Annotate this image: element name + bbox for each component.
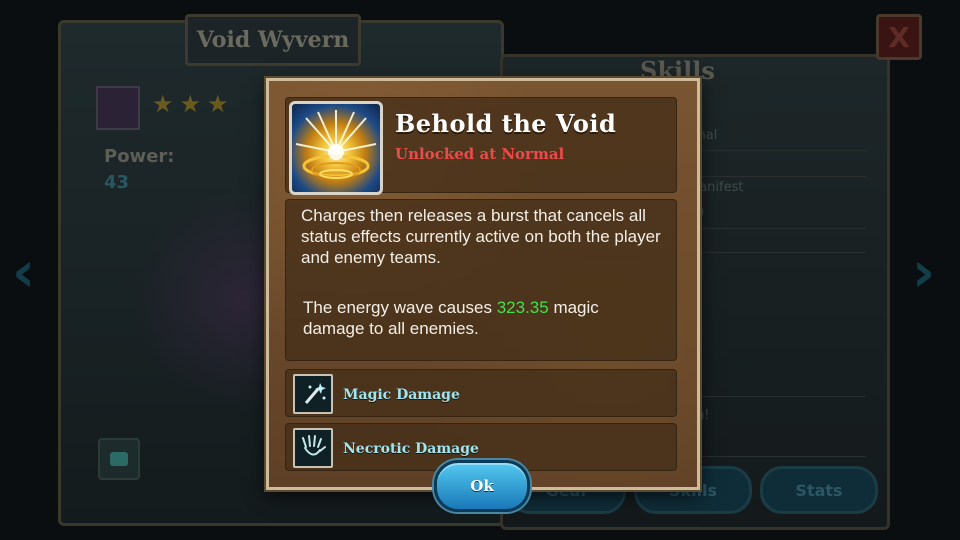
power-label: Power: [104, 146, 175, 167]
tag-necrotic-damage: Necrotic Damage [343, 441, 479, 457]
tag-magic-damage: Magic Damage [343, 387, 460, 403]
skill-row[interactable]: on! [676, 398, 866, 457]
magic-wand-icon [293, 374, 333, 414]
star-icon: ★ [207, 90, 229, 118]
previous-arrow-icon[interactable]: ‹ [12, 240, 35, 305]
skill-title: Behold the Void [395, 109, 617, 138]
burst-rays-icon [295, 110, 377, 179]
chat-button[interactable] [98, 438, 140, 480]
star-icon: ★ [179, 90, 202, 118]
skill-description: Charges then releases a burst that cance… [301, 206, 661, 267]
next-arrow-icon[interactable]: › [912, 240, 935, 305]
damage-description: The energy wave causes 323.35 magic dama… [303, 297, 663, 339]
magic-wand-glyph [304, 383, 326, 404]
skill-row[interactable]: en [676, 194, 866, 253]
ok-button[interactable]: Ok [434, 460, 530, 512]
damage-value: 323.35 [496, 298, 549, 317]
game-screen: Void Wyvern ★ ★ ★ Power: 43 Skills id rm… [0, 0, 960, 540]
burst-skill-icon [289, 101, 383, 195]
star-icon: ★ [152, 90, 174, 118]
skill-detail-dialog: Behold the Void Unlocked at Normal Charg… [266, 78, 700, 490]
skeletal-hand-glyph [302, 435, 326, 456]
star-rating: ★ ★ ★ [152, 92, 229, 116]
character-avatar [96, 86, 140, 130]
skill-row[interactable]: e [676, 338, 866, 397]
close-button[interactable]: X [876, 14, 922, 60]
close-icon: X [888, 20, 910, 54]
character-name-banner: Void Wyvern [185, 14, 361, 66]
unlock-status: Unlocked at Normal [395, 145, 565, 163]
chat-icon [110, 452, 128, 466]
tab-stats[interactable]: Stats [760, 466, 878, 514]
skill-row[interactable]: rmal [676, 118, 866, 177]
damage-prefix: The energy wave causes [303, 298, 497, 317]
skeletal-hand-icon [293, 428, 333, 468]
power-value: 43 [104, 172, 130, 193]
